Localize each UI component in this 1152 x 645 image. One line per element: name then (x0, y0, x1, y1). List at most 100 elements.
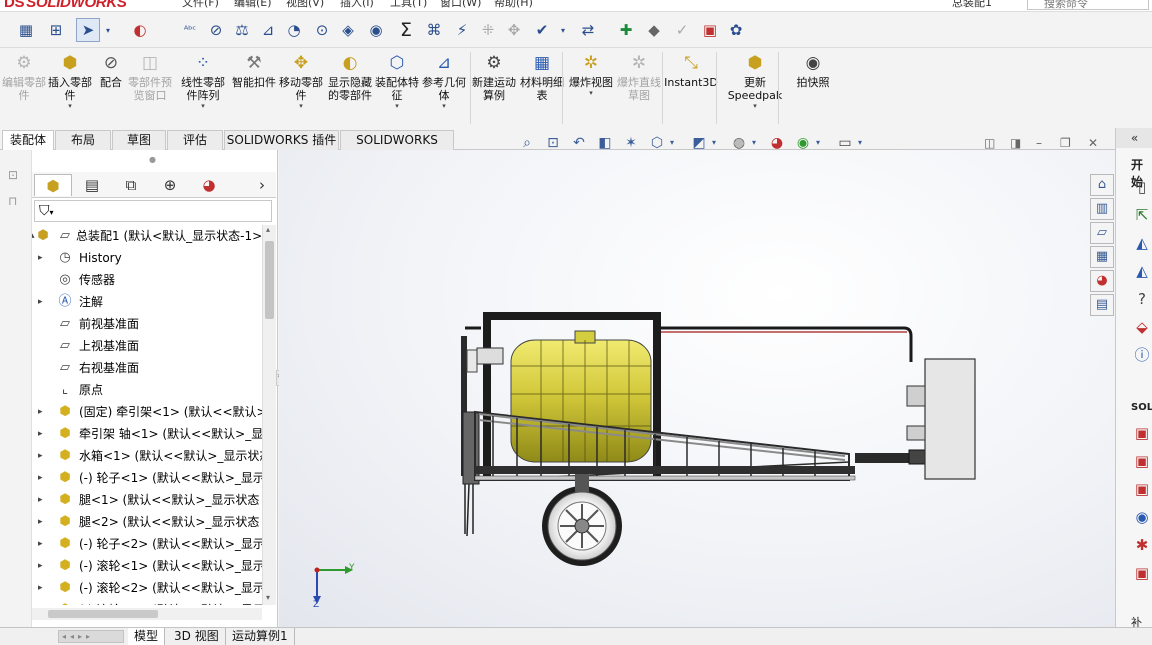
measure-icon[interactable]: ⊿ (256, 18, 280, 42)
water-tank[interactable] (510, 339, 652, 463)
options-icon[interactable]: ▦ (14, 18, 38, 42)
custom-properties-icon[interactable]: ▤ (1090, 294, 1114, 316)
tank-frame-right-post[interactable] (653, 312, 661, 480)
tree-horizontal-scrollbar[interactable] (32, 608, 262, 620)
view-settings-dropdown-icon[interactable]: ▾ (854, 132, 866, 154)
menu-window[interactable]: 窗口(W) (440, 0, 481, 10)
tree-expand-icon[interactable]: ▸ (38, 445, 43, 467)
command-dropdown-icon[interactable]: ▾ (568, 89, 614, 97)
linear-pattern-button[interactable]: ⁘ 线性零部件阵列 ▾ (176, 52, 230, 110)
menu-edit[interactable]: 编辑(E) (234, 0, 272, 10)
view-orientation-dropdown-icon[interactable]: ▾ (666, 132, 678, 154)
filter-dropdown-icon[interactable]: ▾ (50, 208, 54, 217)
design-check-icon[interactable]: ✚ (614, 18, 638, 42)
solidworks-tool-4-icon[interactable]: ◉ (1131, 506, 1152, 528)
tab-5[interactable]: SOLIDWORKS MBD (340, 130, 454, 165)
tree-expand-icon[interactable]: ▸ (38, 423, 43, 445)
pump-body[interactable] (466, 349, 478, 373)
file-explorer-icon[interactable]: ▱ (1090, 222, 1114, 244)
tree-expand-icon[interactable]: ▸ (38, 555, 43, 577)
move-component-button[interactable]: ✥ 移动零部件 ▾ (278, 52, 324, 110)
assembly-features-button[interactable]: ⬡ 装配体特征 ▾ (374, 52, 420, 110)
tree-expand-icon[interactable]: ▸ (38, 291, 43, 313)
tree-node[interactable]: ▸ ⬢ (-) 滚轮<3> (默认<<默认>_显示状 (32, 599, 262, 605)
solidworks-tool-5-icon[interactable]: ✱ (1131, 534, 1152, 556)
command-dropdown-icon[interactable]: ▾ (48, 102, 92, 110)
view-settings-icon[interactable]: ▭ (834, 132, 856, 154)
smart-fasteners-button[interactable]: ⚒ 智能扣件 (232, 52, 276, 89)
tree-filter-input[interactable]: ⛉▾ (34, 200, 272, 222)
help-icon[interactable]: ? (1131, 288, 1152, 310)
viewport-restore-icon[interactable]: ❐ (1060, 136, 1071, 150)
tree-node[interactable]: ▸ ⬢ (-) 滚轮<1> (默认<<默认>_显示状 (32, 555, 262, 577)
pack-and-go-icon[interactable]: ✿ (724, 18, 748, 42)
tree-node[interactable]: ▸ ⬢ 牵引架 轴<1> (默认<<默认>_显示 (32, 423, 262, 445)
dimxpert-tab-icon[interactable]: ⊕ (151, 174, 189, 196)
tree-node[interactable]: ◎ 传感器 (32, 269, 262, 291)
task-pane-collapse-icon[interactable]: « (1116, 128, 1152, 148)
hole-alignment-icon[interactable]: ⊙ (310, 18, 334, 42)
tree-node[interactable]: ▸ Ⓐ 注解 (32, 291, 262, 313)
solidworks-tool-1-icon[interactable]: ▣ (1131, 422, 1152, 444)
apply-scene-icon[interactable]: ◉ (792, 132, 814, 154)
symmetry-icon[interactable]: ⁜ (476, 18, 500, 42)
tree-expand-icon[interactable]: ▸ (38, 577, 43, 599)
thickness-icon[interactable]: ✥ (502, 18, 526, 42)
solidworks-tool-3-icon[interactable]: ▣ (1131, 478, 1152, 500)
command-dropdown-icon[interactable]: ▾ (724, 102, 786, 110)
bom-button[interactable]: ▦ 材料明细表 (518, 52, 566, 102)
tree-node[interactable]: ⌞ 原点 (32, 379, 262, 401)
sprayer-bracket[interactable] (906, 385, 926, 407)
menu-insert[interactable]: 插入(I) (340, 0, 374, 10)
panel-tabs-next-icon[interactable]: › (252, 174, 272, 196)
flyout-icon[interactable]: ⊓ (8, 194, 17, 208)
design-library-icon[interactable]: ▥ (1090, 198, 1114, 220)
solidworks-logo[interactable]: DS SOLIDWORKS (4, 0, 127, 11)
tree-expand-icon[interactable]: ▸ (38, 533, 43, 555)
viewport-close-icon[interactable]: ✕ (1088, 136, 1098, 150)
equations-icon[interactable]: ⌘ (422, 18, 446, 42)
tree-expand-icon[interactable]: ▸ (38, 599, 43, 605)
speedpak-button[interactable]: ⬢ 更新Speedpak ▾ (724, 52, 786, 110)
tree-node[interactable]: ▴ ⬢ 总装配1 (默认<默认_显示状态-1> ▱ (32, 225, 262, 247)
bottom-tab-0[interactable]: 模型 (128, 628, 166, 645)
tow-bar[interactable] (855, 453, 911, 463)
tree-node[interactable]: ▸ ⬢ (-) 轮子<2> (默认<<默认>_显示状 (32, 533, 262, 555)
property-manager-tab-icon[interactable]: ▤ (73, 174, 111, 196)
compare-icon[interactable]: ⇄ (576, 18, 600, 42)
viewport-tile-left-icon[interactable]: ◫ (984, 136, 995, 150)
new-document-icon[interactable]: ▯ (1131, 176, 1152, 198)
tree-expand-icon[interactable]: ▸ (38, 401, 43, 423)
zoom-to-area-icon[interactable]: ⊡ (542, 132, 564, 154)
command-dropdown-icon[interactable]: ▾ (420, 102, 468, 110)
sprayer-box[interactable] (924, 358, 976, 480)
open-document-icon[interactable]: ⇱ (1131, 204, 1152, 226)
graphics-area[interactable]: Y Z (279, 150, 1115, 627)
scroll-down-icon[interactable]: ▾ (266, 593, 270, 602)
rebuild-icon[interactable]: ⊞ (44, 18, 68, 42)
feature-manager-tab-icon[interactable]: ⬢ (34, 174, 72, 196)
tree-node[interactable]: ▸ ⬢ 腿<2> (默认<<默认>_显示状态 1 (32, 511, 262, 533)
show-hidden-button[interactable]: ◐ 显示隐藏的零部件 (326, 52, 374, 102)
sum-icon[interactable]: Σ (394, 18, 418, 42)
display-manager-tab-icon[interactable]: ◕ (190, 174, 228, 196)
insert-component-button[interactable]: ⬢ 插入零部件 ▾ (48, 52, 92, 110)
configuration-manager-tab-icon[interactable]: ⧉ (112, 174, 150, 196)
view-palette-icon[interactable]: ▦ (1090, 246, 1114, 268)
apply-scene-dropdown-icon[interactable]: ▾ (812, 132, 824, 154)
previous-view-icon[interactable]: ↶ (568, 132, 590, 154)
display-style-icon[interactable]: ◩ (688, 132, 710, 154)
tab-0[interactable]: 装配体 (2, 130, 54, 151)
view-triad[interactable] (313, 566, 353, 604)
view-orientation-icon[interactable]: ⬡ (646, 132, 668, 154)
tree-node[interactable]: ▸ ⬢ (固定) 牵引架<1> (默认<<默认>_ (32, 401, 262, 423)
reference-geometry-button[interactable]: ⊿ 参考几何体 ▾ (420, 52, 468, 110)
menu-file[interactable]: 文件(F) (182, 0, 219, 10)
edit-component-button[interactable]: ⚙ 编辑零部件 (2, 52, 46, 102)
tree-vertical-scrollbar[interactable]: ▴ ▾ (262, 225, 276, 605)
horizontal-scrollbar-thumb[interactable] (48, 610, 158, 618)
clearance-icon[interactable]: ◔ (282, 18, 306, 42)
check-icon[interactable]: ✔ (530, 18, 554, 42)
explode-line-sketch-button[interactable]: ✲ 爆炸直线草图 (614, 52, 664, 102)
tree-node[interactable]: ▱ 前视基准面 (32, 313, 262, 335)
